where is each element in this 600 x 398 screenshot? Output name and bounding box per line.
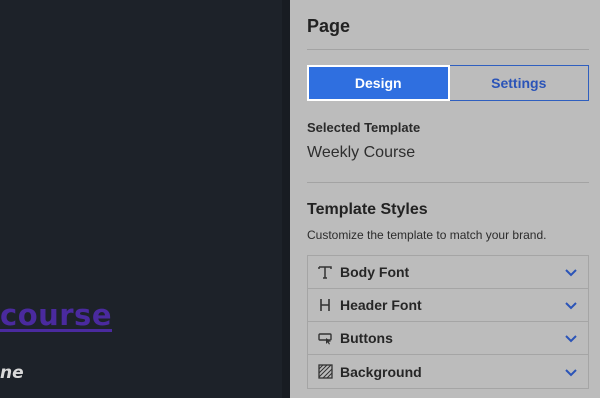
chevron-down-icon [565,269,577,277]
title-divider [307,49,589,50]
accordion-label: Background [340,363,422,380]
accordion-label: Header Font [340,297,422,313]
accordion-label: Buttons [340,330,393,346]
button-cursor-icon [317,330,333,346]
page-canvas [0,0,282,398]
page-settings-panel: Page Design Settings Selected Template W… [290,0,600,398]
panel-tabs: Design Settings [307,65,589,101]
chevron-down-icon [565,335,577,343]
tab-design[interactable]: Design [307,65,450,101]
selected-template-label: Selected Template [307,120,421,135]
template-styles-accordion: Body Font Header Font Buttons Background [307,255,589,389]
canvas-scrollbar-strip [282,0,290,398]
chevron-down-icon [565,368,577,376]
pattern-icon [317,364,333,380]
accordion-buttons[interactable]: Buttons [308,322,588,355]
chevron-down-icon [565,302,577,310]
selected-template-value: Weekly Course [307,144,416,161]
canvas-course-link[interactable]: course [0,298,112,332]
template-styles-description: Customize the template to match your bra… [307,228,547,242]
accordion-body-font[interactable]: Body Font [308,256,588,289]
heading-icon [317,297,333,313]
text-icon [317,264,333,280]
template-styles-title: Template Styles [307,201,428,218]
tab-settings[interactable]: Settings [449,65,589,101]
accordion-label: Body Font [340,264,410,280]
canvas-italic-text: ne [0,363,24,383]
panel-title: Page [307,16,351,36]
template-divider [307,182,589,183]
accordion-header-font[interactable]: Header Font [308,289,588,322]
accordion-background[interactable]: Background [308,355,588,388]
